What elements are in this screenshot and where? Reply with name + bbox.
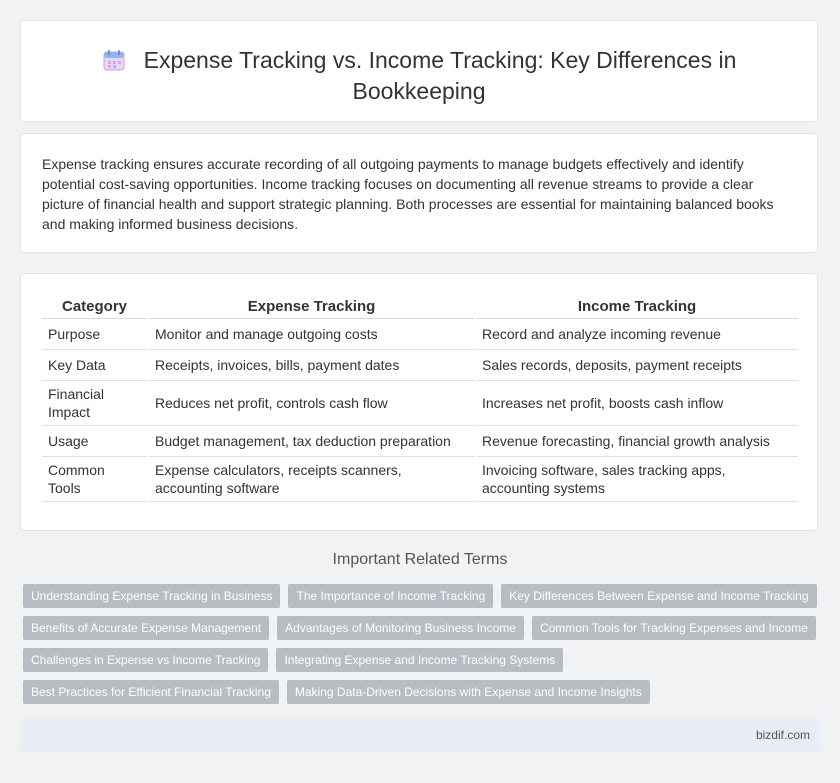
row-expense: Monitor and manage outgoing costs [147, 318, 475, 350]
related-term-tag[interactable]: Integrating Expense and Income Tracking … [276, 648, 564, 672]
row-category: Usage [42, 425, 148, 457]
header-income: Income Tracking [474, 294, 798, 319]
row-category: Key Data [42, 349, 148, 381]
row-expense: Receipts, invoices, bills, payment dates [147, 349, 475, 381]
calendar-icon [103, 50, 125, 71]
row-income: Record and analyze incoming revenue [474, 318, 798, 350]
related-term-tag[interactable]: Key Differences Between Expense and Inco… [501, 584, 817, 608]
header-expense: Expense Tracking [147, 294, 475, 319]
table-row: Common Tools Expense calculators, receip… [42, 456, 798, 502]
related-terms-list: Understanding Expense Tracking in Busine… [23, 584, 823, 712]
table-row: Usage Budget management, tax deduction p… [42, 425, 798, 457]
footer: bizdif.com [20, 719, 820, 752]
intro-card: Expense tracking ensures accurate record… [20, 133, 818, 253]
row-income: Invoicing software, sales tracking apps,… [474, 456, 798, 502]
page-title: Expense Tracking vs. Income Tracking: Ke… [21, 21, 817, 107]
related-terms-heading: Important Related Terms [332, 551, 508, 568]
row-income: Increases net profit, boosts cash inflow [474, 380, 798, 426]
related-term-tag[interactable]: Making Data-Driven Decisions with Expens… [286, 680, 650, 704]
table-row: Key Data Receipts, invoices, bills, paym… [42, 349, 798, 381]
row-expense: Budget management, tax deduction prepara… [147, 425, 475, 457]
site-credit[interactable]: bizdif.com [756, 728, 810, 742]
row-category: Common Tools [42, 456, 148, 502]
comparison-table: Category Expense Tracking Income Trackin… [42, 294, 798, 502]
row-category: Financial Impact [42, 380, 148, 426]
page-title-text: Expense Tracking vs. Income Tracking: Ke… [143, 47, 737, 104]
related-term-tag[interactable]: Common Tools for Tracking Expenses and I… [531, 616, 816, 640]
header-category: Category [42, 294, 148, 319]
row-income: Revenue forecasting, financial growth an… [474, 425, 798, 457]
intro-paragraph: Expense tracking ensures accurate record… [42, 156, 774, 232]
title-card: Expense Tracking vs. Income Tracking: Ke… [20, 20, 818, 122]
row-expense: Reduces net profit, controls cash flow [147, 380, 475, 426]
row-expense: Expense calculators, receipts scanners, … [147, 456, 475, 502]
row-category: Purpose [42, 318, 148, 350]
related-term-tag[interactable]: Best Practices for Efficient Financial T… [23, 680, 279, 704]
comparison-card: Category Expense Tracking Income Trackin… [20, 273, 818, 531]
table-row: Financial Impact Reduces net profit, con… [42, 380, 798, 426]
related-term-tag[interactable]: Benefits of Accurate Expense Management [23, 616, 270, 640]
related-term-tag[interactable]: Challenges in Expense vs Income Tracking [23, 648, 269, 672]
table-row: Purpose Monitor and manage outgoing cost… [42, 318, 798, 350]
related-term-tag[interactable]: Understanding Expense Tracking in Busine… [23, 584, 281, 608]
table-header-row: Category Expense Tracking Income Trackin… [42, 294, 798, 319]
row-income: Sales records, deposits, payment receipt… [474, 349, 798, 381]
related-term-tag[interactable]: The Importance of Income Tracking [288, 584, 494, 608]
related-term-tag[interactable]: Advantages of Monitoring Business Income [277, 616, 524, 640]
